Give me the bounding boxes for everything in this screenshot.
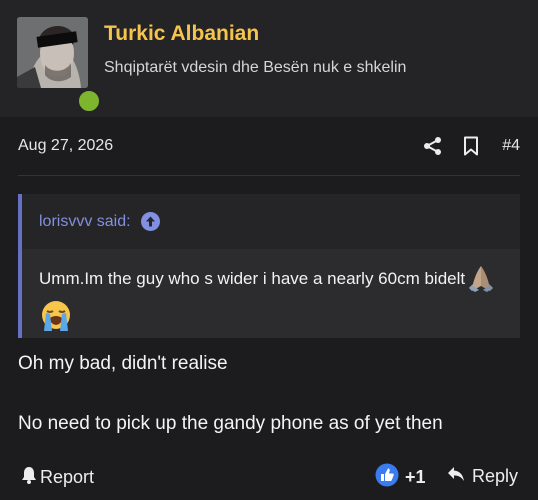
reply-arrow-icon	[447, 466, 465, 487]
quote-text: Umm.Im the guy who s wider i have a near…	[22, 249, 520, 340]
reaction-count: +1	[405, 467, 426, 487]
quote-block: lorisvvv said: Umm.Im the guy who s wide…	[18, 194, 520, 338]
post-number-link[interactable]: #4	[502, 137, 520, 155]
reply-label: Reply	[471, 466, 518, 486]
bookmark-icon[interactable]	[460, 134, 482, 158]
loudly-crying-face-emoji	[40, 300, 72, 340]
post-actions: #4	[406, 134, 520, 158]
report-label: Report	[40, 467, 95, 487]
avatar[interactable]	[17, 17, 88, 88]
message-line: No need to pick up the gandy phone as of…	[18, 413, 443, 434]
divider	[18, 175, 520, 176]
user-title: Shqiptarët vdesin dhe Besën nuk e shkeli…	[104, 59, 407, 76]
folded-hands-emoji	[466, 264, 496, 300]
avatar-photo	[17, 17, 88, 88]
quote-text-content: Umm.Im the guy who s wider i have a near…	[39, 269, 466, 288]
user-header: Turkic Albanian Shqiptarët vdesin dhe Be…	[0, 0, 538, 117]
avatar-wrapper[interactable]	[17, 17, 102, 114]
reaction-summary[interactable]: +1	[375, 463, 426, 492]
post-date[interactable]: Aug 27, 2026	[18, 137, 113, 155]
quote-header: lorisvvv said:	[22, 194, 520, 249]
online-status-indicator	[76, 88, 102, 114]
post-footer: Report +1 Reply	[0, 458, 538, 494]
username-link[interactable]: Turkic Albanian	[104, 22, 259, 46]
quote-author-link[interactable]: lorisvvv said:	[39, 213, 131, 231]
message-line: Oh my bad, didn't realise	[18, 353, 228, 374]
reply-button[interactable]: Reply	[447, 466, 518, 487]
arrow-up-circle-icon[interactable]	[140, 212, 160, 231]
bell-icon	[21, 466, 37, 489]
thumbs-up-icon	[375, 463, 399, 492]
post-container: Turkic Albanian Shqiptarët vdesin dhe Be…	[0, 0, 538, 500]
report-button[interactable]: Report	[21, 466, 94, 489]
share-icon[interactable]	[422, 134, 444, 158]
